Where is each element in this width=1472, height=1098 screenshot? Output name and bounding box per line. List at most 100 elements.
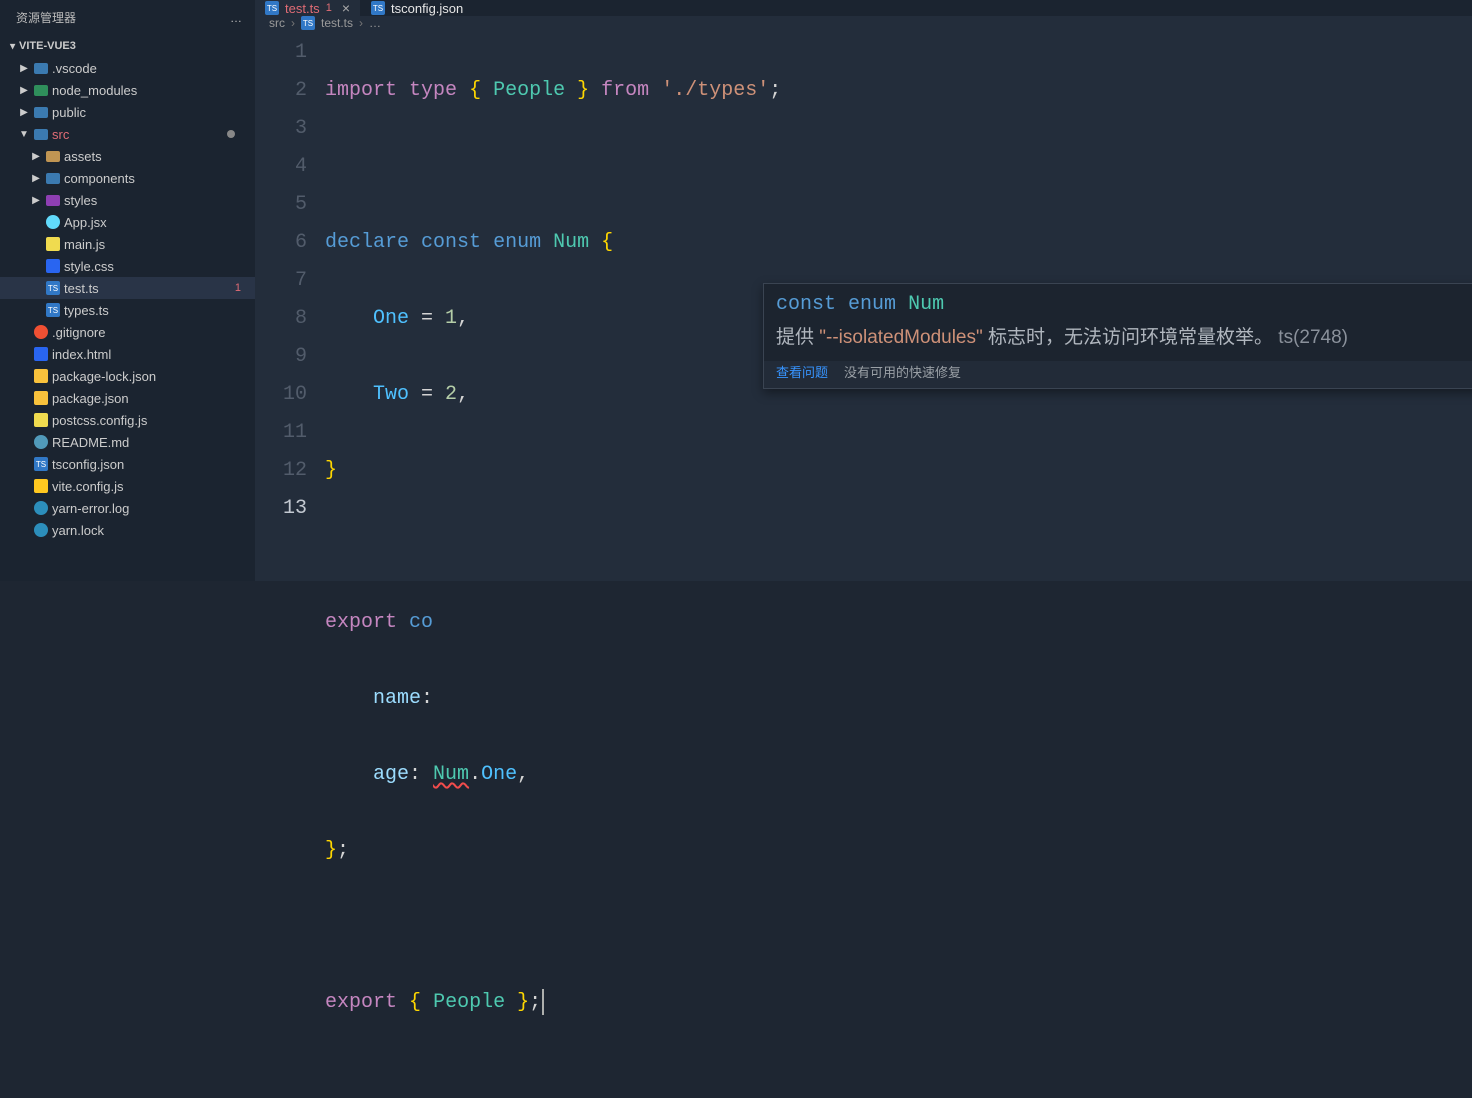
- file-item-tsconfigjson[interactable]: TStsconfig.json: [0, 453, 255, 475]
- code-editor[interactable]: 12345678910111213 import type { People }…: [255, 30, 1472, 1098]
- comma: ,: [457, 307, 469, 330]
- view-problem-link[interactable]: 查看问题: [776, 363, 828, 383]
- colon: :: [421, 687, 433, 710]
- file-item-gitignore[interactable]: .gitignore: [0, 321, 255, 343]
- folder-item-public[interactable]: ▶public: [0, 101, 255, 123]
- prop-age: age: [373, 763, 409, 786]
- fi-comp-icon: [44, 173, 62, 184]
- folder-item-vscode[interactable]: ▶.vscode: [0, 57, 255, 79]
- tree-item-label: test.ts: [64, 281, 99, 296]
- kw-type: type: [409, 79, 457, 102]
- ts-file-icon: TS: [265, 1, 279, 15]
- project-header[interactable]: ▸ VITE-VUE3: [0, 35, 255, 57]
- tree-item-label: styles: [64, 193, 97, 208]
- file-item-readmemd[interactable]: README.md: [0, 431, 255, 453]
- type-num: Num: [553, 231, 589, 254]
- file-item-packagejson[interactable]: package.json: [0, 387, 255, 409]
- line-number: 9: [255, 338, 307, 376]
- kw-import: import: [325, 79, 397, 102]
- chevron-icon: ▶: [16, 63, 32, 74]
- modified-dot-icon: [227, 130, 235, 138]
- kw-declare: declare: [325, 231, 409, 254]
- tree-item-label: package-lock.json: [52, 369, 156, 384]
- ts-file-icon: TS: [301, 16, 315, 30]
- eq: =: [409, 383, 445, 406]
- file-item-postcssconfigjs[interactable]: postcss.config.js: [0, 409, 255, 431]
- tree-item-label: .gitignore: [52, 325, 105, 340]
- tab-testts[interactable]: TStest.ts1×: [255, 0, 361, 16]
- line-number: 2: [255, 72, 307, 110]
- editor-tabs: TStest.ts1×TStsconfig.json: [255, 0, 1472, 16]
- kw-fragment: co: [409, 611, 433, 634]
- folder-item-styles[interactable]: ▶styles: [0, 189, 255, 211]
- type-people: People: [493, 79, 565, 102]
- tree-item-label: vite.config.js: [52, 479, 124, 494]
- file-item-yarnlock[interactable]: yarn.lock: [0, 519, 255, 541]
- explorer-sidebar: 资源管理器 … ▸ VITE-VUE3 ▶.vscode▶node_module…: [0, 0, 255, 581]
- hover-signature: const enum Num: [764, 284, 1472, 322]
- breadcrumb-file[interactable]: test.ts: [321, 16, 353, 30]
- chevron-right-icon: ›: [291, 16, 295, 30]
- file-item-yarnerrorlog[interactable]: yarn-error.log: [0, 497, 255, 519]
- code-content[interactable]: import type { People } from './types'; d…: [325, 34, 1472, 1098]
- file-item-viteconfigjs[interactable]: vite.config.js: [0, 475, 255, 497]
- chevron-icon: ▶: [16, 107, 32, 118]
- line-number: 6: [255, 224, 307, 262]
- file-item-mainjs[interactable]: main.js: [0, 233, 255, 255]
- type-num-error: Num: [433, 763, 469, 786]
- tree-item-label: README.md: [52, 435, 129, 450]
- close-icon[interactable]: ×: [342, 0, 350, 16]
- error-count-badge: 1: [235, 282, 241, 294]
- line-number: 1: [255, 34, 307, 72]
- folder-item-src[interactable]: ▼src: [0, 123, 255, 145]
- tab-tsconfigjson[interactable]: TStsconfig.json: [361, 0, 474, 16]
- file-item-appjsx[interactable]: App.jsx: [0, 211, 255, 233]
- kw-export: export: [325, 991, 397, 1014]
- chevron-right-icon: ›: [359, 16, 363, 30]
- brace: {: [601, 231, 613, 254]
- colon: :: [409, 763, 433, 786]
- fi-styles-icon: [44, 195, 62, 206]
- fi-yarn-icon: [32, 501, 50, 515]
- more-actions-icon[interactable]: …: [230, 11, 243, 25]
- file-item-indexhtml[interactable]: index.html: [0, 343, 255, 365]
- breadcrumbs[interactable]: src › TS test.ts › …: [255, 16, 1472, 30]
- fi-ts-icon: TS: [32, 457, 50, 471]
- kw-export: export: [325, 611, 397, 634]
- fi-ts-icon: TS: [44, 303, 62, 317]
- tree-item-label: assets: [64, 149, 102, 164]
- enum-access: One: [481, 763, 517, 786]
- ts-file-icon: TS: [371, 1, 385, 15]
- line-number: 12: [255, 452, 307, 490]
- fi-folder-icon: [32, 107, 50, 118]
- explorer-header: 资源管理器 …: [0, 0, 255, 35]
- file-item-packagelockjson[interactable]: package-lock.json: [0, 365, 255, 387]
- line-number: 7: [255, 262, 307, 300]
- file-item-typests[interactable]: TStypes.ts: [0, 299, 255, 321]
- kw-const: const: [421, 231, 481, 254]
- enum-member: One: [373, 307, 409, 330]
- line-number: 3: [255, 110, 307, 148]
- breadcrumb-symbol[interactable]: …: [369, 16, 381, 30]
- comma: ,: [517, 763, 529, 786]
- chevron-down-icon: ▸: [7, 43, 18, 48]
- hover-message: 提供 "--isolatedModules" 标志时，无法访问环境常量枚举。 t…: [764, 322, 1472, 361]
- fi-css-icon: [44, 259, 62, 273]
- file-tree: ▶.vscode▶node_modules▶public▼src▶assets▶…: [0, 57, 255, 541]
- tree-item-label: App.jsx: [64, 215, 107, 230]
- tree-item-label: index.html: [52, 347, 111, 362]
- fi-git-icon: [32, 325, 50, 339]
- file-item-testts[interactable]: TStest.ts 1: [0, 277, 255, 299]
- prop-name: name: [373, 687, 421, 710]
- tab-error-badge: 1: [326, 2, 332, 14]
- fi-ts-icon: TS: [44, 281, 62, 295]
- file-item-stylecss[interactable]: style.css: [0, 255, 255, 277]
- folder-item-components[interactable]: ▶components: [0, 167, 255, 189]
- comma: ,: [457, 383, 469, 406]
- folder-item-assets[interactable]: ▶assets: [0, 145, 255, 167]
- line-number: 13: [255, 490, 307, 528]
- breadcrumb-folder[interactable]: src: [269, 16, 285, 30]
- tree-item-label: src: [52, 127, 69, 142]
- tree-item-label: main.js: [64, 237, 105, 252]
- folder-item-nodemodules[interactable]: ▶node_modules: [0, 79, 255, 101]
